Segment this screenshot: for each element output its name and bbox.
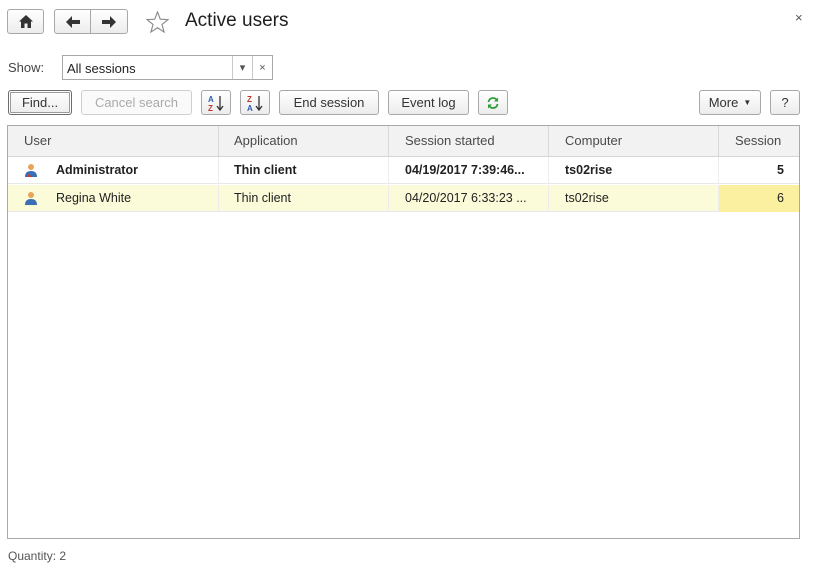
show-label: Show:	[8, 60, 45, 75]
svg-text:Z: Z	[247, 95, 252, 104]
forward-button[interactable]	[90, 9, 128, 34]
home-button[interactable]	[7, 9, 44, 34]
cell-computer: ts02rise	[549, 157, 719, 184]
chevron-down-icon: ▼	[743, 98, 752, 107]
sort-descending-button[interactable]: Z A	[240, 90, 270, 115]
table-row[interactable]: Administrator Thin client 04/19/2017 7:3…	[8, 157, 799, 184]
cell-application: Thin client	[218, 185, 389, 212]
refresh-icon	[487, 96, 499, 109]
more-button[interactable]: More ▼	[699, 90, 761, 115]
active-users-table: User Application Session started Compute…	[7, 125, 800, 539]
svg-text:Z: Z	[208, 104, 213, 112]
show-select-value: All sessions	[67, 61, 136, 76]
find-button[interactable]: Find...	[8, 90, 72, 115]
cell-session: 5	[777, 163, 784, 177]
close-icon[interactable]: ×	[795, 10, 803, 25]
cell-computer: ts02rise	[549, 185, 719, 212]
cell-user: Regina White	[56, 185, 219, 212]
cell-application: Thin client	[218, 157, 389, 184]
chevron-down-icon[interactable]: ▾	[232, 56, 252, 79]
more-button-label: More	[708, 95, 739, 110]
end-session-button[interactable]: End session	[279, 90, 379, 115]
svg-text:A: A	[247, 104, 253, 112]
column-header-application[interactable]: Application	[218, 126, 389, 157]
sort-descending-icon: Z A	[247, 95, 263, 112]
column-header-session[interactable]: Session	[719, 126, 799, 157]
cell-session: 6	[719, 185, 799, 212]
column-header-computer[interactable]: Computer	[549, 126, 719, 157]
cancel-search-button[interactable]: Cancel search	[81, 90, 192, 115]
page-title: Active users	[185, 10, 289, 31]
arrow-right-icon	[102, 15, 116, 28]
arrow-left-icon	[65, 15, 80, 28]
column-header-user[interactable]: User	[8, 126, 219, 157]
cell-session-started: 04/19/2017 7:39:46...	[389, 157, 549, 184]
user-icon	[25, 164, 37, 177]
home-icon	[18, 15, 33, 28]
show-select[interactable]: All sessions ▾ ×	[62, 55, 273, 80]
user-icon	[25, 192, 37, 205]
sort-ascending-icon: A Z	[208, 95, 224, 112]
cell-session-started: 04/20/2017 6:33:23 ...	[389, 185, 549, 212]
clear-icon[interactable]: ×	[252, 56, 272, 79]
refresh-button[interactable]	[478, 90, 508, 115]
table-row[interactable]: Regina White Thin client 04/20/2017 6:33…	[8, 185, 799, 212]
event-log-button[interactable]: Event log	[388, 90, 469, 115]
svg-text:A: A	[208, 95, 214, 104]
back-button[interactable]	[54, 9, 91, 34]
quantity-label: Quantity: 2	[8, 549, 67, 563]
help-button[interactable]: ?	[770, 90, 800, 115]
table-header: User Application Session started Compute…	[8, 126, 799, 157]
sort-ascending-button[interactable]: A Z	[201, 90, 231, 115]
cell-user: Administrator	[56, 157, 219, 184]
star-icon[interactable]	[146, 11, 169, 33]
column-header-session-started[interactable]: Session started	[389, 126, 549, 157]
